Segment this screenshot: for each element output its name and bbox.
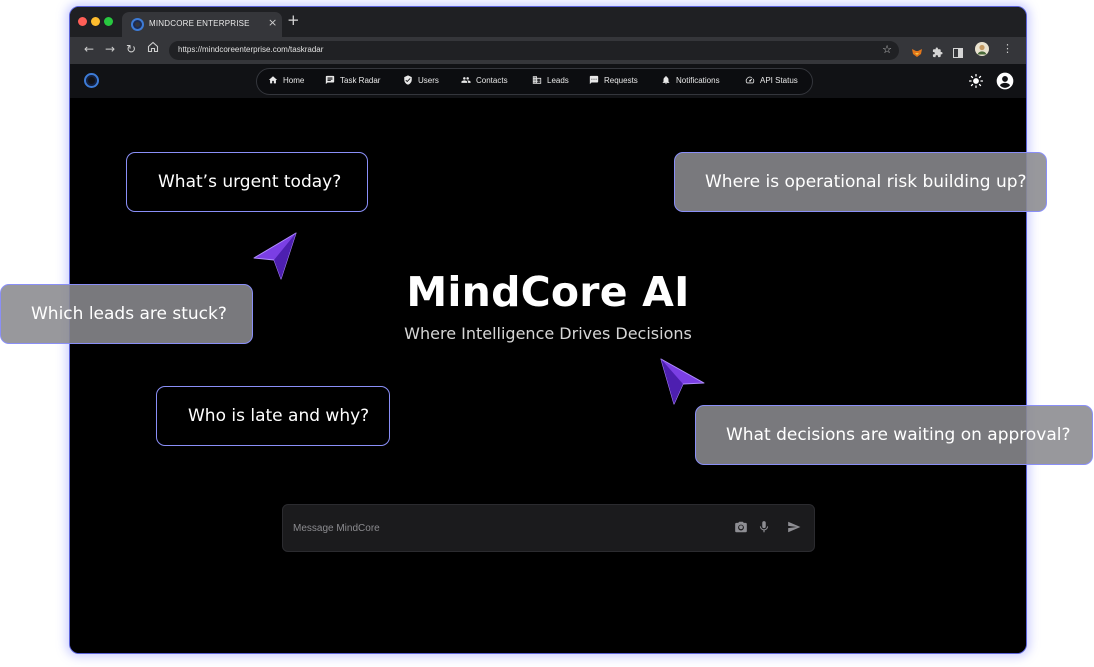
prompt-text: Where is operational risk building up? bbox=[705, 172, 1027, 192]
bell-icon bbox=[662, 76, 670, 85]
nav-item-notifications[interactable]: Notifications bbox=[661, 75, 720, 85]
minimize-window-button[interactable] bbox=[91, 17, 100, 26]
tab-title: MINDCORE ENTERPRISE bbox=[149, 19, 250, 28]
prompt-text: Who is late and why? bbox=[188, 406, 370, 426]
nav-item-label: Notifications bbox=[676, 75, 720, 85]
profile-avatar-icon[interactable] bbox=[975, 41, 989, 56]
main-menu: Home Task Radar Users Contacts Leads Req… bbox=[256, 68, 813, 95]
tab-close-icon[interactable]: × bbox=[268, 16, 277, 29]
account-circle-icon[interactable] bbox=[995, 71, 1015, 91]
mindcore-logo-icon[interactable] bbox=[84, 73, 99, 88]
microphone-icon[interactable] bbox=[757, 520, 771, 534]
pointer-cursor-icon bbox=[253, 232, 297, 280]
close-window-button[interactable] bbox=[78, 17, 87, 26]
mindcore-favicon-icon bbox=[131, 18, 144, 31]
pointer-cursor-icon bbox=[660, 358, 705, 405]
forward-arrow-icon[interactable]: → bbox=[105, 42, 115, 56]
message-input[interactable] bbox=[291, 518, 715, 538]
prompt-bubble-risk[interactable]: Where is operational risk building up? bbox=[674, 152, 1047, 212]
maximize-window-button[interactable] bbox=[104, 17, 113, 26]
message-composer bbox=[282, 504, 815, 552]
home-browser-icon[interactable] bbox=[147, 41, 159, 56]
tab-strip: MINDCORE ENTERPRISE × + bbox=[70, 7, 1026, 37]
nav-item-label: Contacts bbox=[476, 75, 508, 85]
url-text: https://mindcoreenterprise.com/taskradar bbox=[178, 45, 324, 54]
browser-menu-icon[interactable]: ⋮ bbox=[1002, 42, 1013, 56]
nav-item-label: Requests bbox=[604, 75, 638, 85]
home-icon bbox=[268, 76, 278, 84]
browser-tab[interactable]: MINDCORE ENTERPRISE × bbox=[122, 12, 282, 37]
prompt-text: What decisions are waiting on approval? bbox=[726, 425, 1071, 445]
prompt-bubble-leads[interactable]: Which leads are stuck? bbox=[0, 284, 253, 344]
nav-item-leads[interactable]: Leads bbox=[532, 75, 569, 85]
side-panel-icon[interactable] bbox=[953, 43, 963, 58]
back-arrow-icon[interactable]: ← bbox=[84, 42, 94, 56]
nav-item-task-radar[interactable]: Task Radar bbox=[325, 75, 380, 85]
nav-item-label: Users bbox=[418, 75, 439, 85]
prompt-bubble-urgent[interactable]: What’s urgent today? bbox=[126, 152, 368, 212]
address-bar[interactable]: https://mindcoreenterprise.com/taskradar… bbox=[169, 41, 899, 60]
reload-icon[interactable]: ↻ bbox=[126, 42, 136, 56]
browser-toolbar: ← → ↻ https://mindcoreenterprise.com/tas… bbox=[70, 37, 1026, 64]
shield-icon bbox=[404, 75, 412, 85]
app-navbar: Home Task Radar Users Contacts Leads Req… bbox=[70, 64, 1026, 99]
camera-icon[interactable] bbox=[734, 520, 748, 534]
chat-icon bbox=[589, 75, 599, 85]
nav-item-label: API Status bbox=[760, 75, 798, 85]
bookmark-star-icon[interactable]: ☆ bbox=[882, 43, 892, 56]
nav-item-contacts[interactable]: Contacts bbox=[461, 75, 508, 85]
nav-item-label: Home bbox=[283, 75, 305, 85]
people-icon bbox=[461, 77, 471, 83]
send-icon[interactable] bbox=[787, 520, 801, 534]
nav-item-label: Task Radar bbox=[340, 75, 381, 85]
new-tab-button[interactable]: + bbox=[287, 13, 300, 28]
message-icon bbox=[325, 75, 335, 85]
nav-item-home[interactable]: Home bbox=[268, 75, 304, 85]
nav-item-label: Leads bbox=[547, 75, 569, 85]
extensions-puzzle-icon[interactable] bbox=[932, 43, 943, 58]
nav-item-api-status[interactable]: API Status bbox=[745, 75, 798, 85]
building-icon bbox=[532, 76, 542, 84]
speedometer-icon bbox=[745, 76, 755, 84]
prompt-bubble-decisions[interactable]: What decisions are waiting on approval? bbox=[695, 405, 1093, 465]
nav-item-users[interactable]: Users bbox=[403, 75, 439, 85]
theme-toggle-sun-icon[interactable] bbox=[969, 74, 983, 88]
metamask-fox-icon[interactable] bbox=[912, 43, 922, 57]
nav-item-requests[interactable]: Requests bbox=[589, 75, 638, 85]
prompt-text: Which leads are stuck? bbox=[31, 304, 227, 324]
prompt-bubble-late[interactable]: Who is late and why? bbox=[156, 386, 390, 446]
prompt-text: What’s urgent today? bbox=[158, 172, 342, 192]
